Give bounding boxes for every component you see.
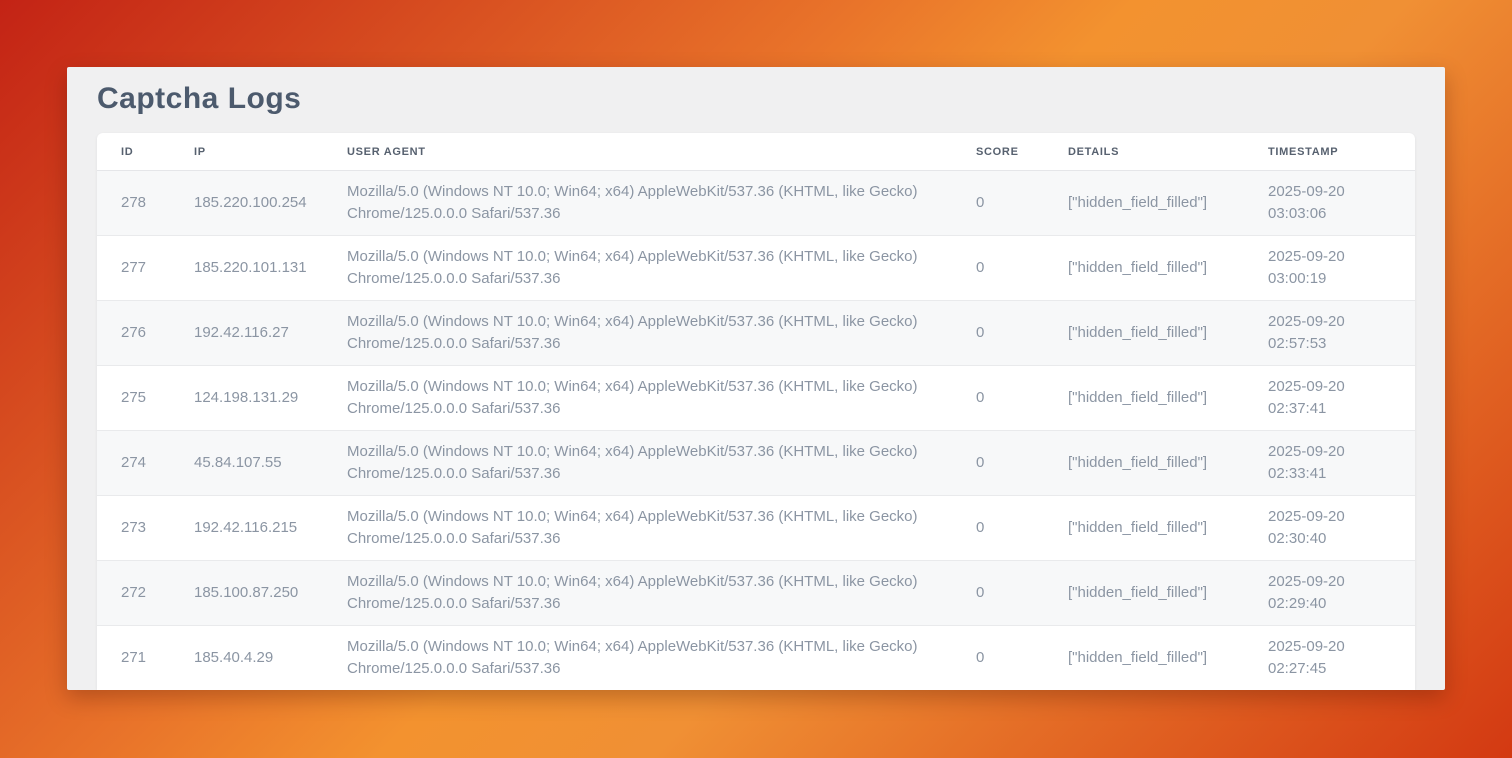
cell-id: 278 bbox=[97, 171, 170, 236]
cell-score: 0 bbox=[952, 431, 1044, 496]
cell-score: 0 bbox=[952, 496, 1044, 561]
cell-details: ["hidden_field_filled"] bbox=[1044, 301, 1244, 366]
cell-timestamp: 2025-09-20 02:57:53 bbox=[1244, 301, 1415, 366]
cell-timestamp: 2025-09-20 02:30:40 bbox=[1244, 496, 1415, 561]
table-row: 273192.42.116.215Mozilla/5.0 (Windows NT… bbox=[97, 496, 1415, 561]
cell-score: 0 bbox=[952, 236, 1044, 301]
table-row: 272185.100.87.250Mozilla/5.0 (Windows NT… bbox=[97, 561, 1415, 626]
cell-score: 0 bbox=[952, 626, 1044, 691]
table-header-row: ID IP USER AGENT SCORE DETAILS TIMESTAMP bbox=[97, 133, 1415, 171]
cell-user-agent: Mozilla/5.0 (Windows NT 10.0; Win64; x64… bbox=[323, 301, 952, 366]
cell-details: ["hidden_field_filled"] bbox=[1044, 496, 1244, 561]
cell-id: 276 bbox=[97, 301, 170, 366]
cell-timestamp: 2025-09-20 02:33:41 bbox=[1244, 431, 1415, 496]
column-header-details: DETAILS bbox=[1044, 133, 1244, 171]
cell-timestamp: 2025-09-20 02:27:45 bbox=[1244, 626, 1415, 691]
cell-timestamp: 2025-09-20 02:37:41 bbox=[1244, 366, 1415, 431]
cell-score: 0 bbox=[952, 366, 1044, 431]
cell-details: ["hidden_field_filled"] bbox=[1044, 366, 1244, 431]
captcha-logs-table: ID IP USER AGENT SCORE DETAILS TIMESTAMP… bbox=[97, 133, 1415, 690]
cell-user-agent: Mozilla/5.0 (Windows NT 10.0; Win64; x64… bbox=[323, 236, 952, 301]
cell-details: ["hidden_field_filled"] bbox=[1044, 431, 1244, 496]
cell-id: 275 bbox=[97, 366, 170, 431]
table-row: 275124.198.131.29Mozilla/5.0 (Windows NT… bbox=[97, 366, 1415, 431]
table-header: ID IP USER AGENT SCORE DETAILS TIMESTAMP bbox=[97, 133, 1415, 171]
cell-timestamp: 2025-09-20 02:29:40 bbox=[1244, 561, 1415, 626]
cell-ip: 192.42.116.27 bbox=[170, 301, 323, 366]
cell-ip: 185.100.87.250 bbox=[170, 561, 323, 626]
cell-details: ["hidden_field_filled"] bbox=[1044, 626, 1244, 691]
cell-score: 0 bbox=[952, 301, 1044, 366]
table-row: 27445.84.107.55Mozilla/5.0 (Windows NT 1… bbox=[97, 431, 1415, 496]
column-header-user-agent: USER AGENT bbox=[323, 133, 952, 171]
page-title: Captcha Logs bbox=[97, 81, 1415, 117]
cell-user-agent: Mozilla/5.0 (Windows NT 10.0; Win64; x64… bbox=[323, 171, 952, 236]
table-row: 276192.42.116.27Mozilla/5.0 (Windows NT … bbox=[97, 301, 1415, 366]
column-header-id: ID bbox=[97, 133, 170, 171]
table-row: 271185.40.4.29Mozilla/5.0 (Windows NT 10… bbox=[97, 626, 1415, 691]
column-header-score: SCORE bbox=[952, 133, 1044, 171]
cell-ip: 192.42.116.215 bbox=[170, 496, 323, 561]
cell-id: 277 bbox=[97, 236, 170, 301]
cell-user-agent: Mozilla/5.0 (Windows NT 10.0; Win64; x64… bbox=[323, 496, 952, 561]
cell-id: 274 bbox=[97, 431, 170, 496]
cell-timestamp: 2025-09-20 03:00:19 bbox=[1244, 236, 1415, 301]
cell-details: ["hidden_field_filled"] bbox=[1044, 561, 1244, 626]
cell-score: 0 bbox=[952, 561, 1044, 626]
cell-ip: 185.220.100.254 bbox=[170, 171, 323, 236]
table-row: 277185.220.101.131Mozilla/5.0 (Windows N… bbox=[97, 236, 1415, 301]
cell-user-agent: Mozilla/5.0 (Windows NT 10.0; Win64; x64… bbox=[323, 561, 952, 626]
cell-details: ["hidden_field_filled"] bbox=[1044, 236, 1244, 301]
cell-user-agent: Mozilla/5.0 (Windows NT 10.0; Win64; x64… bbox=[323, 626, 952, 691]
cell-ip: 185.220.101.131 bbox=[170, 236, 323, 301]
captcha-logs-table-container: ID IP USER AGENT SCORE DETAILS TIMESTAMP… bbox=[97, 133, 1415, 690]
cell-timestamp: 2025-09-20 03:03:06 bbox=[1244, 171, 1415, 236]
cell-ip: 45.84.107.55 bbox=[170, 431, 323, 496]
table-body: 278185.220.100.254Mozilla/5.0 (Windows N… bbox=[97, 171, 1415, 691]
column-header-timestamp: TIMESTAMP bbox=[1244, 133, 1415, 171]
cell-ip: 185.40.4.29 bbox=[170, 626, 323, 691]
cell-user-agent: Mozilla/5.0 (Windows NT 10.0; Win64; x64… bbox=[323, 431, 952, 496]
cell-id: 271 bbox=[97, 626, 170, 691]
page-background: { "page": { "title": "Captcha Logs" }, "… bbox=[0, 0, 1512, 758]
cell-ip: 124.198.131.29 bbox=[170, 366, 323, 431]
cell-details: ["hidden_field_filled"] bbox=[1044, 171, 1244, 236]
captcha-logs-card: Captcha Logs ID IP USER AGENT SCORE DETA… bbox=[67, 67, 1445, 690]
cell-user-agent: Mozilla/5.0 (Windows NT 10.0; Win64; x64… bbox=[323, 366, 952, 431]
cell-id: 273 bbox=[97, 496, 170, 561]
cell-score: 0 bbox=[952, 171, 1044, 236]
column-header-ip: IP bbox=[170, 133, 323, 171]
table-row: 278185.220.100.254Mozilla/5.0 (Windows N… bbox=[97, 171, 1415, 236]
cell-id: 272 bbox=[97, 561, 170, 626]
